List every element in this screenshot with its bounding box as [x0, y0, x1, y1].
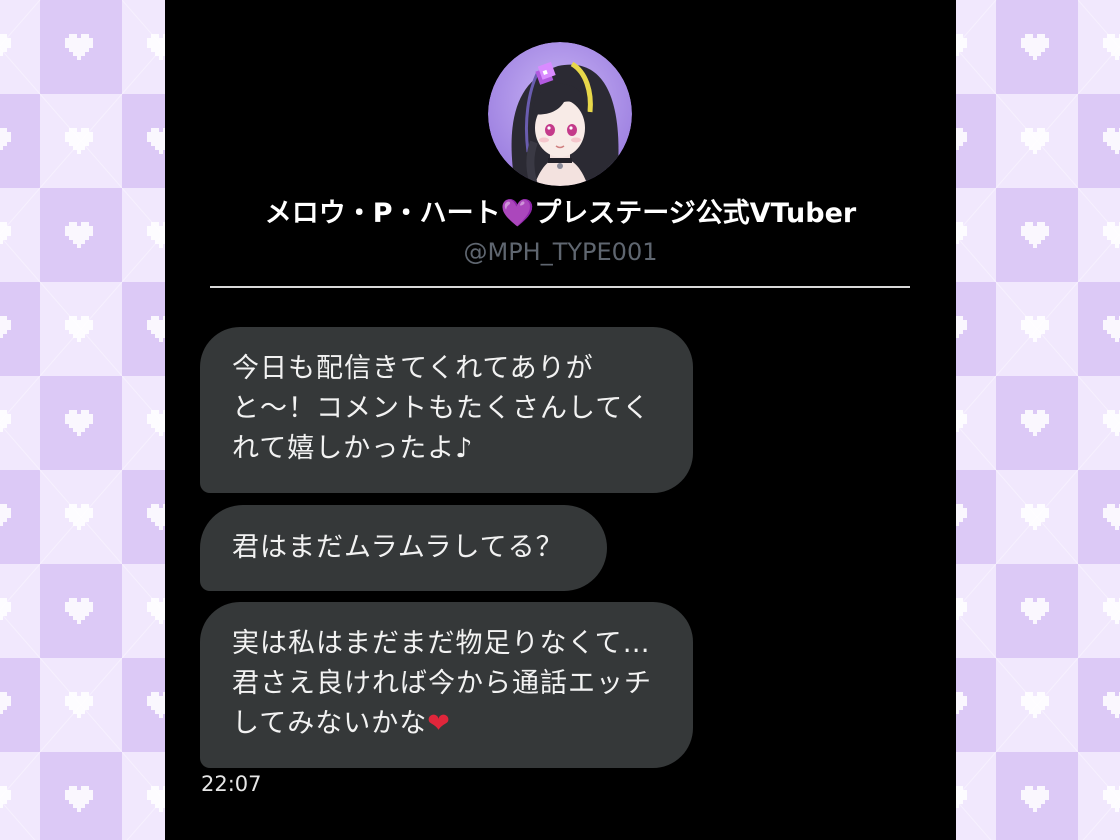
profile-handle: @MPH_TYPE001 — [463, 238, 658, 266]
right-pattern-panel — [956, 0, 1120, 840]
message-line: 君はまだムラムラしてる？ — [232, 532, 564, 563]
left-pattern-panel — [0, 0, 165, 840]
pixel-heart-pattern — [0, 0, 165, 840]
message-line: 実は私はまだまだ物足りなくて… — [232, 628, 651, 659]
chat-screen: メロウ・P・ハート💜プレステージ公式VTuber @MPH_TYPE001 今日… — [165, 0, 956, 840]
message-line: れて嬉しかったよ♪ — [232, 433, 474, 464]
pixel-heart-pattern — [956, 0, 1120, 840]
message-bubble[interactable]: 今日も配信きてくれてありが と～！コメントもたくさんしてく れて嬉しかったよ♪ — [200, 327, 693, 493]
message-line: と～！コメントもたくさんしてく — [232, 393, 651, 424]
profile-display-name: メロウ・P・ハート💜プレステージ公式VTuber — [165, 196, 956, 232]
profile-avatar[interactable] — [488, 42, 632, 186]
red-heart-icon: ❤ — [427, 708, 451, 739]
message-timestamp: 22:07 — [201, 772, 262, 796]
header-divider — [210, 286, 910, 288]
message-line-text: してみないかな — [232, 708, 428, 739]
avatar-portrait-icon — [488, 42, 632, 186]
purple-heart-icon: 💜 — [500, 198, 535, 229]
display-name-suffix: プレステージ公式VTuber — [534, 198, 857, 229]
message-line: 君さえ良ければ今から通話エッチ — [232, 668, 652, 699]
message-line: 今日も配信きてくれてありが — [232, 353, 594, 384]
message-bubble[interactable]: 君はまだムラムラしてる？ — [200, 505, 607, 591]
message-line-last: してみないかな❤ — [232, 704, 663, 744]
display-name-text: メロウ・P・ハート — [264, 198, 501, 229]
message-bubble[interactable]: 実は私はまだまだ物足りなくて… 君さえ良ければ今から通話エッチ してみないかな❤ — [200, 602, 693, 768]
